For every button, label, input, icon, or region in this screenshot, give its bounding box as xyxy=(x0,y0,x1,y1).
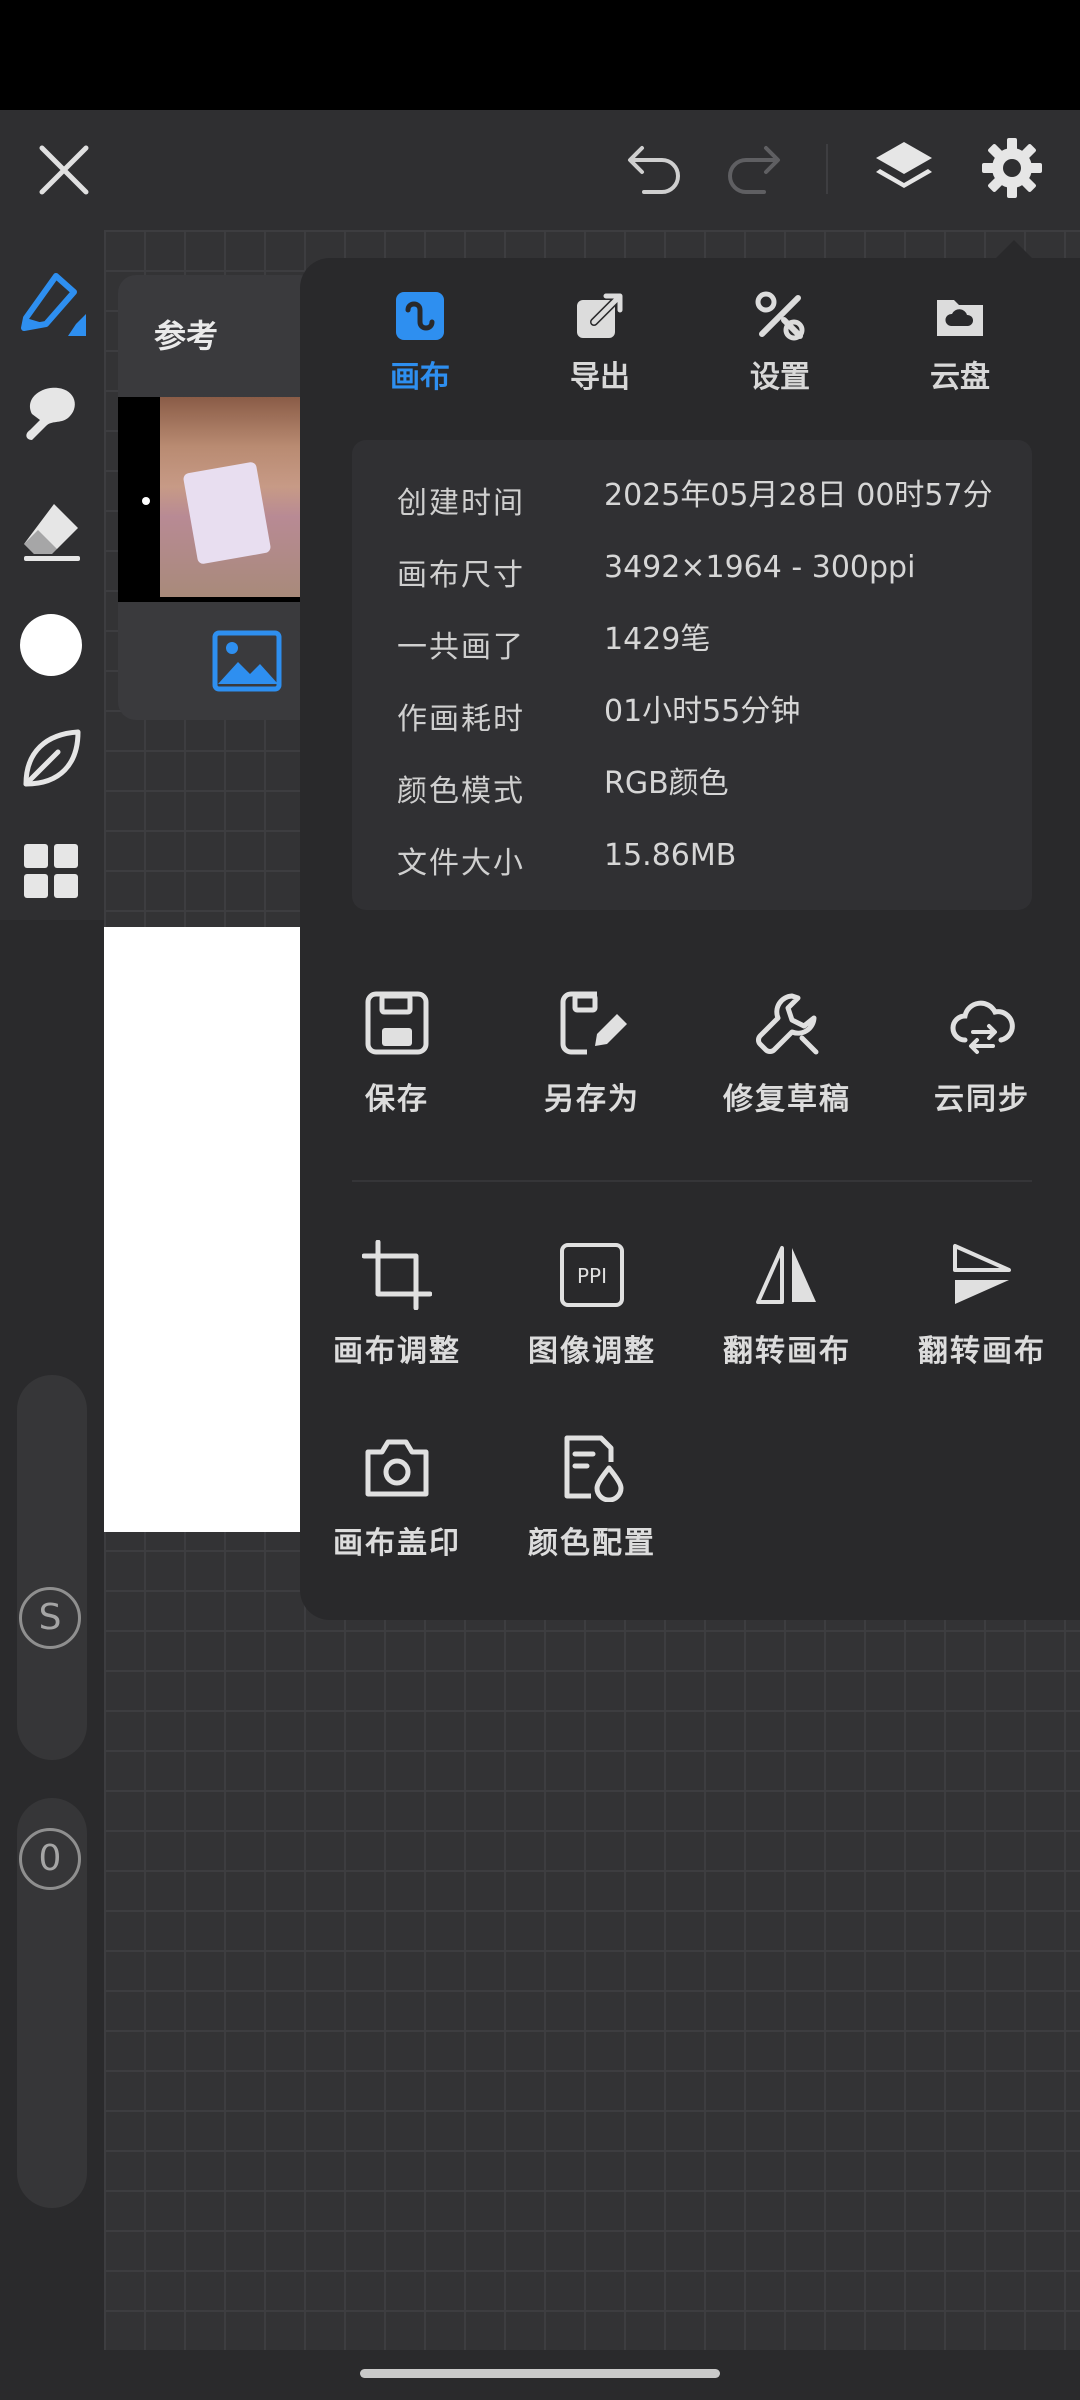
opacity-slider-knob[interactable]: 0 xyxy=(19,1828,81,1890)
undo-icon[interactable] xyxy=(624,140,686,196)
flip-vertical-icon xyxy=(947,1240,1017,1310)
leaf-tool-icon[interactable] xyxy=(18,726,84,792)
save-button[interactable]: 保存 xyxy=(312,988,482,1118)
canvas-adjust-button[interactable]: 画布调整 xyxy=(312,1239,482,1370)
tab-cloud-drive[interactable]: 云盘 xyxy=(885,290,1035,396)
smudge-tool-icon[interactable] xyxy=(18,380,84,446)
drawing-canvas[interactable] xyxy=(104,927,300,1532)
save-as-icon xyxy=(557,988,627,1058)
color-config-button[interactable]: 颜色配置 xyxy=(507,1432,677,1562)
image-adjust-button[interactable]: PPI 图像调整 xyxy=(507,1240,677,1370)
menu-divider xyxy=(352,1180,1032,1182)
cloud-drive-icon xyxy=(934,290,986,342)
reference-image[interactable] xyxy=(118,397,318,602)
tools-icon xyxy=(754,290,806,342)
brush-tool-icon[interactable] xyxy=(16,266,88,338)
svg-text:PPI: PPI xyxy=(577,1264,607,1288)
tab-canvas[interactable]: 画布 xyxy=(345,290,495,396)
cloud-sync-icon xyxy=(947,988,1017,1058)
toolbar-divider xyxy=(826,144,828,194)
color-profile-icon xyxy=(557,1432,627,1503)
size-slider[interactable] xyxy=(17,1375,87,1760)
export-icon xyxy=(574,290,626,342)
crop-icon xyxy=(361,1239,433,1311)
close-icon[interactable] xyxy=(34,140,94,200)
flip-canvas-vertical-button[interactable]: 翻转画布 xyxy=(897,1240,1067,1370)
ppi-icon: PPI xyxy=(557,1240,627,1310)
menu-pointer xyxy=(996,240,1032,258)
color-swatch[interactable] xyxy=(20,614,82,676)
flip-canvas-horizontal-button[interactable]: 翻转画布 xyxy=(702,1240,872,1370)
wrench-icon xyxy=(752,988,822,1058)
repair-draft-button[interactable]: 修复草稿 xyxy=(702,988,872,1118)
canvas-stamp-button[interactable]: 画布盖印 xyxy=(312,1432,482,1562)
canvas-icon xyxy=(394,290,446,342)
reference-panel: 参考 xyxy=(118,275,318,720)
size-slider-knob[interactable]: S xyxy=(19,1587,81,1649)
flip-horizontal-icon xyxy=(752,1240,822,1310)
image-icon[interactable] xyxy=(212,630,282,692)
cloud-sync-button[interactable]: 云同步 xyxy=(897,988,1067,1118)
eraser-icon[interactable] xyxy=(18,498,84,564)
grid-menu-icon[interactable] xyxy=(24,844,80,900)
home-indicator[interactable] xyxy=(360,2369,720,2378)
status-bar xyxy=(0,0,1080,110)
tab-export[interactable]: 导出 xyxy=(525,290,675,396)
camera-icon xyxy=(362,1432,432,1502)
redo-icon[interactable] xyxy=(722,140,784,196)
layers-icon[interactable] xyxy=(872,136,936,200)
save-icon xyxy=(362,988,432,1058)
tab-settings[interactable]: 设置 xyxy=(705,290,855,396)
save-as-button[interactable]: 另存为 xyxy=(507,988,677,1118)
canvas-info-card: 创建时间 2025年05月28日 00时57分 画布尺寸 3492×1964 -… xyxy=(352,440,1032,910)
gear-icon[interactable] xyxy=(980,136,1044,200)
reference-title: 参考 xyxy=(154,317,219,355)
